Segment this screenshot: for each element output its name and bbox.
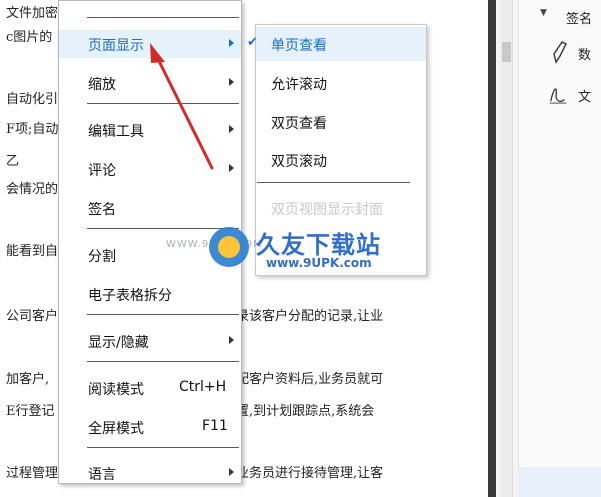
annotation-arrow-icon xyxy=(150,43,214,170)
